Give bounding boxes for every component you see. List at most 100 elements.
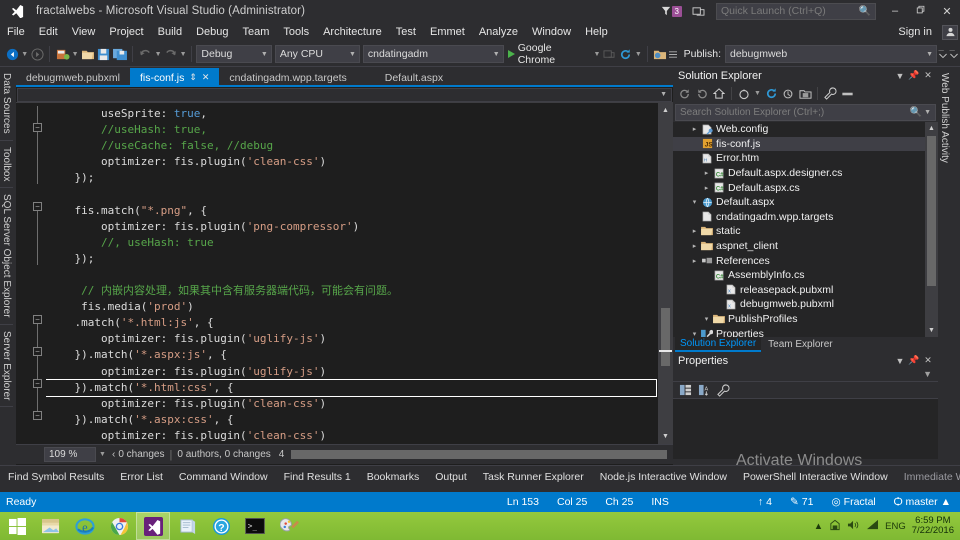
autohide-tab-server-explorer[interactable]: Server Explorer <box>0 325 13 407</box>
tree-item-references[interactable]: ▸References <box>673 253 938 268</box>
expander-icon[interactable]: ▸ <box>701 169 712 177</box>
forward-icon[interactable] <box>694 86 710 102</box>
bottom-tab-node-js-interactive-window[interactable]: Node.js Interactive Window <box>592 471 735 483</box>
tree-item-properties[interactable]: ▾Properties <box>673 326 938 337</box>
screenshot-feedback-icon[interactable] <box>687 0 710 22</box>
tree-item-default-aspx-cs[interactable]: ▸C#Default.aspx.cs <box>673 180 938 195</box>
toolbar-options-icon[interactable]: — <box>949 45 960 64</box>
navigate-backward-dropdown-icon[interactable]: ▼ <box>20 45 29 64</box>
status-repository[interactable]: ◎ Fractal <box>822 496 884 508</box>
property-pages-icon[interactable] <box>715 382 731 398</box>
expander-icon[interactable]: ▾ <box>689 330 700 337</box>
pending-changes-filter-icon[interactable] <box>736 86 752 102</box>
expander-icon[interactable]: ▸ <box>701 184 712 192</box>
scroll-down-arrow-icon[interactable]: ▼ <box>925 324 938 337</box>
start-button[interactable] <box>0 512 34 540</box>
solution-explorer-search-input[interactable]: Search Solution Explorer (Ctrl+;) 🔍 ▼ <box>675 104 936 121</box>
menu-emmet[interactable]: Emmet <box>423 22 472 42</box>
paint-button[interactable] <box>272 512 306 540</box>
menu-tools[interactable]: Tools <box>276 22 316 42</box>
minimize-button[interactable]: – <box>882 5 908 17</box>
bottom-tab-task-runner-explorer[interactable]: Task Runner Explorer <box>475 471 592 483</box>
fold-toggle-icon[interactable]: − <box>33 202 42 211</box>
help-button[interactable]: ? <box>204 512 238 540</box>
navigation-bar-combo[interactable]: ▼ <box>17 88 672 102</box>
preview-selected-items-icon[interactable] <box>839 86 855 102</box>
menu-file[interactable]: File <box>0 22 32 42</box>
pin-icon[interactable]: 📌 <box>907 70 921 81</box>
refresh-icon[interactable] <box>780 86 796 102</box>
startup-project-combo[interactable]: cndatingadm ▼ <box>363 45 504 63</box>
scroll-up-arrow-icon[interactable]: ▲ <box>925 122 938 135</box>
navigate-forward-icon[interactable] <box>29 45 45 64</box>
home-icon[interactable] <box>711 86 727 102</box>
save-icon[interactable] <box>96 45 112 64</box>
tree-item-fis-conf-js[interactable]: JSfis-conf.js <box>673 137 938 152</box>
filter-dropdown-icon[interactable]: ▼ <box>753 84 762 103</box>
publish-profile-combo[interactable]: debugmweb ▼ <box>725 45 937 63</box>
show-all-files-icon[interactable] <box>797 86 813 102</box>
new-project-dropdown-icon[interactable]: ▼ <box>71 45 80 64</box>
volume-icon[interactable] <box>847 519 860 534</box>
open-file-icon[interactable] <box>79 45 95 64</box>
expander-icon[interactable]: ▸ <box>689 242 700 250</box>
status-branch[interactable]: Ѻ master ▲ <box>885 496 960 508</box>
solution-explorer-tree[interactable]: ▸Web.configJSfis-conf.jsHError.htm ▸C#Def… <box>673 122 938 337</box>
fold-toggle-icon[interactable]: − <box>33 315 42 324</box>
bottom-tab-error-list[interactable]: Error List <box>112 471 171 483</box>
bottom-tab-command-window[interactable]: Command Window <box>171 471 276 483</box>
status-pending-changes[interactable]: ✎ 71 <box>781 496 823 508</box>
properties-icon[interactable] <box>822 86 838 102</box>
clock[interactable]: 6:59 PM 7/22/2016 <box>912 516 954 536</box>
tree-item-assemblyinfo-cs[interactable]: C#AssemblyInfo.cs <box>673 268 938 283</box>
tree-item-releasepack-pubxml[interactable]: Xreleasepack.pubxml <box>673 283 938 298</box>
tree-item-debugmweb-pubxml[interactable]: Xdebugmweb.pubxml <box>673 297 938 312</box>
fold-toggle-icon[interactable]: − <box>33 411 42 420</box>
chrome-button[interactable] <box>102 512 136 540</box>
debug-target-dropdown-icon[interactable]: ▼ <box>593 45 602 64</box>
internet-explorer-button[interactable]: e <box>68 512 102 540</box>
bottom-tab-immediate-window[interactable]: Immediate Window <box>896 471 960 483</box>
alphabetical-view-icon[interactable]: A <box>696 382 712 398</box>
network-icon[interactable] <box>866 519 879 533</box>
bottom-tab-find-results-1[interactable]: Find Results 1 <box>276 471 359 483</box>
scroll-down-arrow-icon[interactable]: ▼ <box>658 429 673 444</box>
tree-item-default-aspx[interactable]: ▾Default.aspx <box>673 195 938 210</box>
zoom-level-combo[interactable]: 109 % <box>44 447 96 462</box>
expander-icon[interactable]: ▾ <box>689 198 700 206</box>
fold-toggle-icon[interactable]: − <box>33 123 42 132</box>
autohide-tab-sql-server-object-explorer[interactable]: SQL Server Object Explorer <box>0 188 13 325</box>
show-hidden-icons-icon[interactable]: ▲ <box>814 521 823 532</box>
tab-team-explorer[interactable]: Team Explorer <box>763 338 837 351</box>
menu-view[interactable]: View <box>65 22 103 42</box>
notepad-button[interactable] <box>170 512 204 540</box>
solution-platform-combo[interactable]: Any CPU ▼ <box>275 45 360 63</box>
action-center-icon[interactable] <box>829 519 841 534</box>
new-project-icon[interactable] <box>54 45 70 64</box>
bottom-tab-find-symbol-results[interactable]: Find Symbol Results <box>0 471 112 483</box>
explorer-button[interactable] <box>34 512 68 540</box>
scrollbar-thumb[interactable] <box>661 308 670 366</box>
menu-window[interactable]: Window <box>525 22 578 42</box>
save-all-icon[interactable] <box>112 45 128 64</box>
outlining-margin[interactable]: − − − − − − <box>30 103 46 444</box>
close-icon[interactable]: ✕ <box>921 70 935 81</box>
menu-debug[interactable]: Debug <box>189 22 235 42</box>
sync-with-active-document-icon[interactable] <box>763 86 779 102</box>
expander-icon[interactable]: ▸ <box>689 125 700 133</box>
menu-build[interactable]: Build <box>151 22 189 42</box>
menu-team[interactable]: Team <box>236 22 277 42</box>
status-outgoing-commits[interactable]: ↑ 4 <box>749 496 781 508</box>
restore-button[interactable] <box>908 5 934 18</box>
tree-item-error-htm[interactable]: HError.htm <box>673 151 938 166</box>
window-dropdown-icon[interactable]: ▼ <box>893 71 907 81</box>
bottom-tab-output[interactable]: Output <box>427 471 475 483</box>
menu-architecture[interactable]: Architecture <box>316 22 389 42</box>
expander-icon[interactable]: ▸ <box>689 227 700 235</box>
solution-configuration-combo[interactable]: Debug ▼ <box>196 45 271 63</box>
quick-launch-input[interactable]: Quick Launch (Ctrl+Q) 🔍 <box>716 3 876 20</box>
tree-item-web-config[interactable]: ▸Web.config <box>673 122 938 137</box>
menu-test[interactable]: Test <box>389 22 423 42</box>
menu-project[interactable]: Project <box>102 22 150 42</box>
window-dropdown-icon[interactable]: ▼ <box>893 356 907 366</box>
